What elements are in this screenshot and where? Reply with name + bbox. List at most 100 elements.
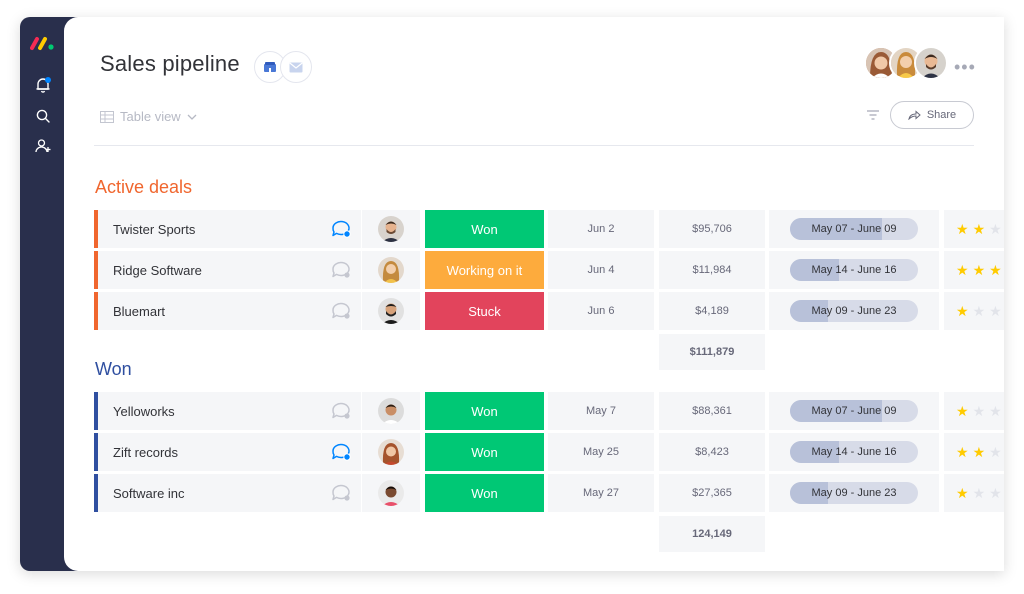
person-cell[interactable] [362, 210, 420, 248]
status-badge[interactable]: Won [425, 433, 544, 471]
item-name[interactable]: Bluemart [113, 304, 165, 319]
avatar[interactable] [914, 46, 948, 80]
chat-icon[interactable] [331, 302, 351, 320]
item-name-cell[interactable]: Software inc [94, 474, 361, 512]
star-icon[interactable]: ★ [973, 304, 986, 318]
item-name-cell[interactable]: Bluemart [94, 292, 361, 330]
star-icon[interactable]: ★ [989, 404, 1002, 418]
timeline-cell[interactable]: May 09 - June 23 [769, 474, 939, 512]
timeline-cell[interactable]: May 14 - June 16 [769, 251, 939, 289]
rating-cell[interactable]: ★ ★ ★ [944, 433, 1004, 471]
star-icon[interactable]: ★ [989, 222, 1002, 236]
deal-value-cell[interactable]: $95,706 [659, 210, 765, 248]
star-icon[interactable]: ★ [956, 263, 969, 277]
deal-value-cell[interactable]: $11,984 [659, 251, 765, 289]
deal-value-cell[interactable]: $4,189 [659, 292, 765, 330]
date-cell[interactable]: May 25 [548, 433, 654, 471]
integration-badge[interactable] [280, 51, 312, 83]
star-icon[interactable]: ★ [973, 263, 986, 277]
date-cell[interactable]: May 7 [548, 392, 654, 430]
item-name-cell[interactable]: Yelloworks [94, 392, 361, 430]
item-name[interactable]: Software inc [113, 486, 185, 501]
rating-cell[interactable]: ★ ★ ★ [944, 210, 1004, 248]
status-badge[interactable]: Won [425, 210, 544, 248]
person-cell[interactable] [362, 292, 420, 330]
timeline-cell[interactable]: May 07 - June 09 [769, 392, 939, 430]
date-cell[interactable]: Jun 6 [548, 292, 654, 330]
star-icon[interactable]: ★ [973, 222, 986, 236]
star-icon[interactable]: ★ [973, 445, 986, 459]
add-user-icon[interactable] [34, 137, 52, 155]
star-icon[interactable]: ★ [956, 222, 969, 236]
timeline-bar[interactable]: May 14 - June 16 [790, 259, 918, 281]
deal-value-cell[interactable]: $8,423 [659, 433, 765, 471]
date-cell[interactable]: May 27 [548, 474, 654, 512]
item-name-cell[interactable]: Twister Sports [94, 210, 361, 248]
date-cell[interactable]: Jun 4 [548, 251, 654, 289]
deal-value-cell[interactable]: $27,365 [659, 474, 765, 512]
timeline-cell[interactable]: May 14 - June 16 [769, 433, 939, 471]
timeline-cell[interactable]: May 07 - June 09 [769, 210, 939, 248]
item-name[interactable]: Twister Sports [113, 222, 195, 237]
chat-icon[interactable] [331, 220, 351, 238]
date-cell[interactable]: Jun 2 [548, 210, 654, 248]
timeline-bar[interactable]: May 09 - June 23 [790, 300, 918, 322]
more-icon[interactable]: ••• [954, 57, 976, 78]
search-icon[interactable] [34, 107, 52, 125]
view-selector[interactable]: Table view [100, 109, 197, 124]
table-row: Software inc Won May 27 $27,365 May 09 - Jun… [94, 474, 1004, 512]
avatar[interactable] [378, 398, 404, 424]
timeline-bar[interactable]: May 09 - June 23 [790, 482, 918, 504]
avatar[interactable] [378, 439, 404, 465]
share-button[interactable]: Share [890, 101, 974, 129]
timeline-bar[interactable]: May 07 - June 09 [790, 400, 918, 422]
person-cell[interactable] [362, 433, 420, 471]
status-badge[interactable]: Won [425, 392, 544, 430]
avatar[interactable] [378, 216, 404, 242]
timeline-bar[interactable]: May 07 - June 09 [790, 218, 918, 240]
rating-cell[interactable]: ★ ★ ★ [944, 292, 1004, 330]
chat-icon[interactable] [331, 443, 351, 461]
person-cell[interactable] [362, 392, 420, 430]
star-icon[interactable]: ★ [989, 486, 1002, 500]
group-title[interactable]: Won [95, 359, 132, 380]
status-badge[interactable]: Stuck [425, 292, 544, 330]
avatar[interactable] [378, 298, 404, 324]
star-icon[interactable]: ★ [989, 263, 1002, 277]
star-icon[interactable]: ★ [989, 445, 1002, 459]
chat-icon[interactable] [331, 402, 351, 420]
item-name-cell[interactable]: Ridge Software [94, 251, 361, 289]
person-cell[interactable] [362, 474, 420, 512]
star-icon[interactable]: ★ [973, 404, 986, 418]
star-icon[interactable]: ★ [956, 486, 969, 500]
timeline-bar[interactable]: May 14 - June 16 [790, 441, 918, 463]
rating-cell[interactable]: ★ ★ ★ [944, 474, 1004, 512]
star-icon[interactable]: ★ [989, 304, 1002, 318]
timeline-label: May 07 - June 09 [811, 405, 897, 417]
item-name-cell[interactable]: Zift records [94, 433, 361, 471]
star-icon[interactable]: ★ [973, 486, 986, 500]
star-icon[interactable]: ★ [956, 404, 969, 418]
filter-icon[interactable] [866, 109, 880, 121]
star-icon[interactable]: ★ [956, 445, 969, 459]
rating-cell[interactable]: ★ ★ ★ [944, 392, 1004, 430]
monday-logo-icon[interactable] [30, 35, 56, 51]
item-name[interactable]: Ridge Software [113, 263, 202, 278]
rating-cell[interactable]: ★ ★ ★ [944, 251, 1004, 289]
deal-value-cell[interactable]: $88,361 [659, 392, 765, 430]
person-cell[interactable] [362, 251, 420, 289]
chat-icon[interactable] [331, 261, 351, 279]
timeline-label: May 07 - June 09 [811, 223, 897, 235]
status-badge[interactable]: Working on it [425, 251, 544, 289]
item-name[interactable]: Yelloworks [113, 404, 175, 419]
group-title[interactable]: Active deals [95, 177, 192, 198]
table-row: Bluemart Stuck Jun 6 $4,189 May 09 - June 23… [94, 292, 1004, 330]
status-badge[interactable]: Won [425, 474, 544, 512]
avatar[interactable] [378, 257, 404, 283]
chat-icon[interactable] [331, 484, 351, 502]
item-name[interactable]: Zift records [113, 445, 178, 460]
timeline-cell[interactable]: May 09 - June 23 [769, 292, 939, 330]
star-icon[interactable]: ★ [956, 304, 969, 318]
bell-icon[interactable] [34, 76, 52, 94]
avatar[interactable] [378, 480, 404, 506]
